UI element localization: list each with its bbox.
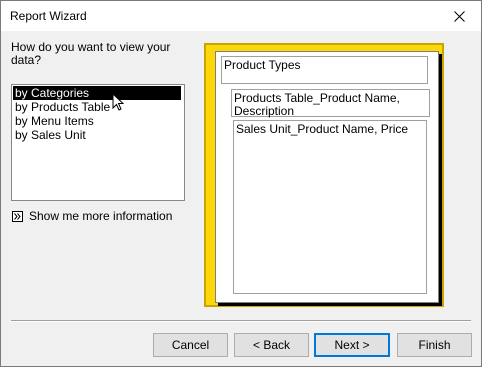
preview-detail-label: Sales Unit_Product Name, Price xyxy=(236,122,409,136)
close-icon xyxy=(453,10,465,22)
list-item[interactable]: by Sales Unit xyxy=(13,128,181,142)
list-item[interactable]: by Products Table xyxy=(13,100,181,114)
show-more-info-toggle[interactable]: Show me more information xyxy=(12,209,172,223)
title-bar: Report Wizard xyxy=(1,1,481,31)
show-more-info-label: Show me more information xyxy=(29,209,173,223)
finish-button[interactable]: Finish xyxy=(397,333,472,357)
preview-page: Product Types Products Table_Product Nam… xyxy=(215,51,439,303)
grouping-preview: Product Types Products Table_Product Nam… xyxy=(204,43,444,307)
preview-group-level-2-label: Products Table_Product Name, Description xyxy=(234,91,400,118)
footer-divider xyxy=(11,320,471,322)
preview-group-level-1: Product Types xyxy=(221,56,428,84)
close-button[interactable] xyxy=(437,1,481,31)
preview-group-level-1-label: Product Types xyxy=(224,58,301,72)
preview-detail-section: Sales Unit_Product Name, Price xyxy=(233,120,427,294)
report-wizard-dialog: Report Wizard How do you want to view yo… xyxy=(0,0,482,367)
window-title: Report Wizard xyxy=(10,9,87,23)
expand-icon xyxy=(12,210,23,222)
list-item[interactable]: by Categories xyxy=(13,86,181,100)
back-button-label: < Back xyxy=(252,338,291,352)
cancel-button[interactable]: Cancel xyxy=(153,333,228,357)
back-button[interactable]: < Back xyxy=(234,333,309,357)
mouse-pointer-icon xyxy=(112,93,124,111)
list-item[interactable]: by Menu Items xyxy=(13,114,181,128)
next-button[interactable]: Next > xyxy=(314,333,390,357)
view-prompt: How do you want to view your data? xyxy=(11,40,171,67)
preview-group-level-2: Products Table_Product Name, Description xyxy=(231,89,430,118)
next-button-label: Next > xyxy=(334,338,370,352)
view-options-listbox[interactable]: by Categories by Products Table by Menu … xyxy=(11,84,185,201)
